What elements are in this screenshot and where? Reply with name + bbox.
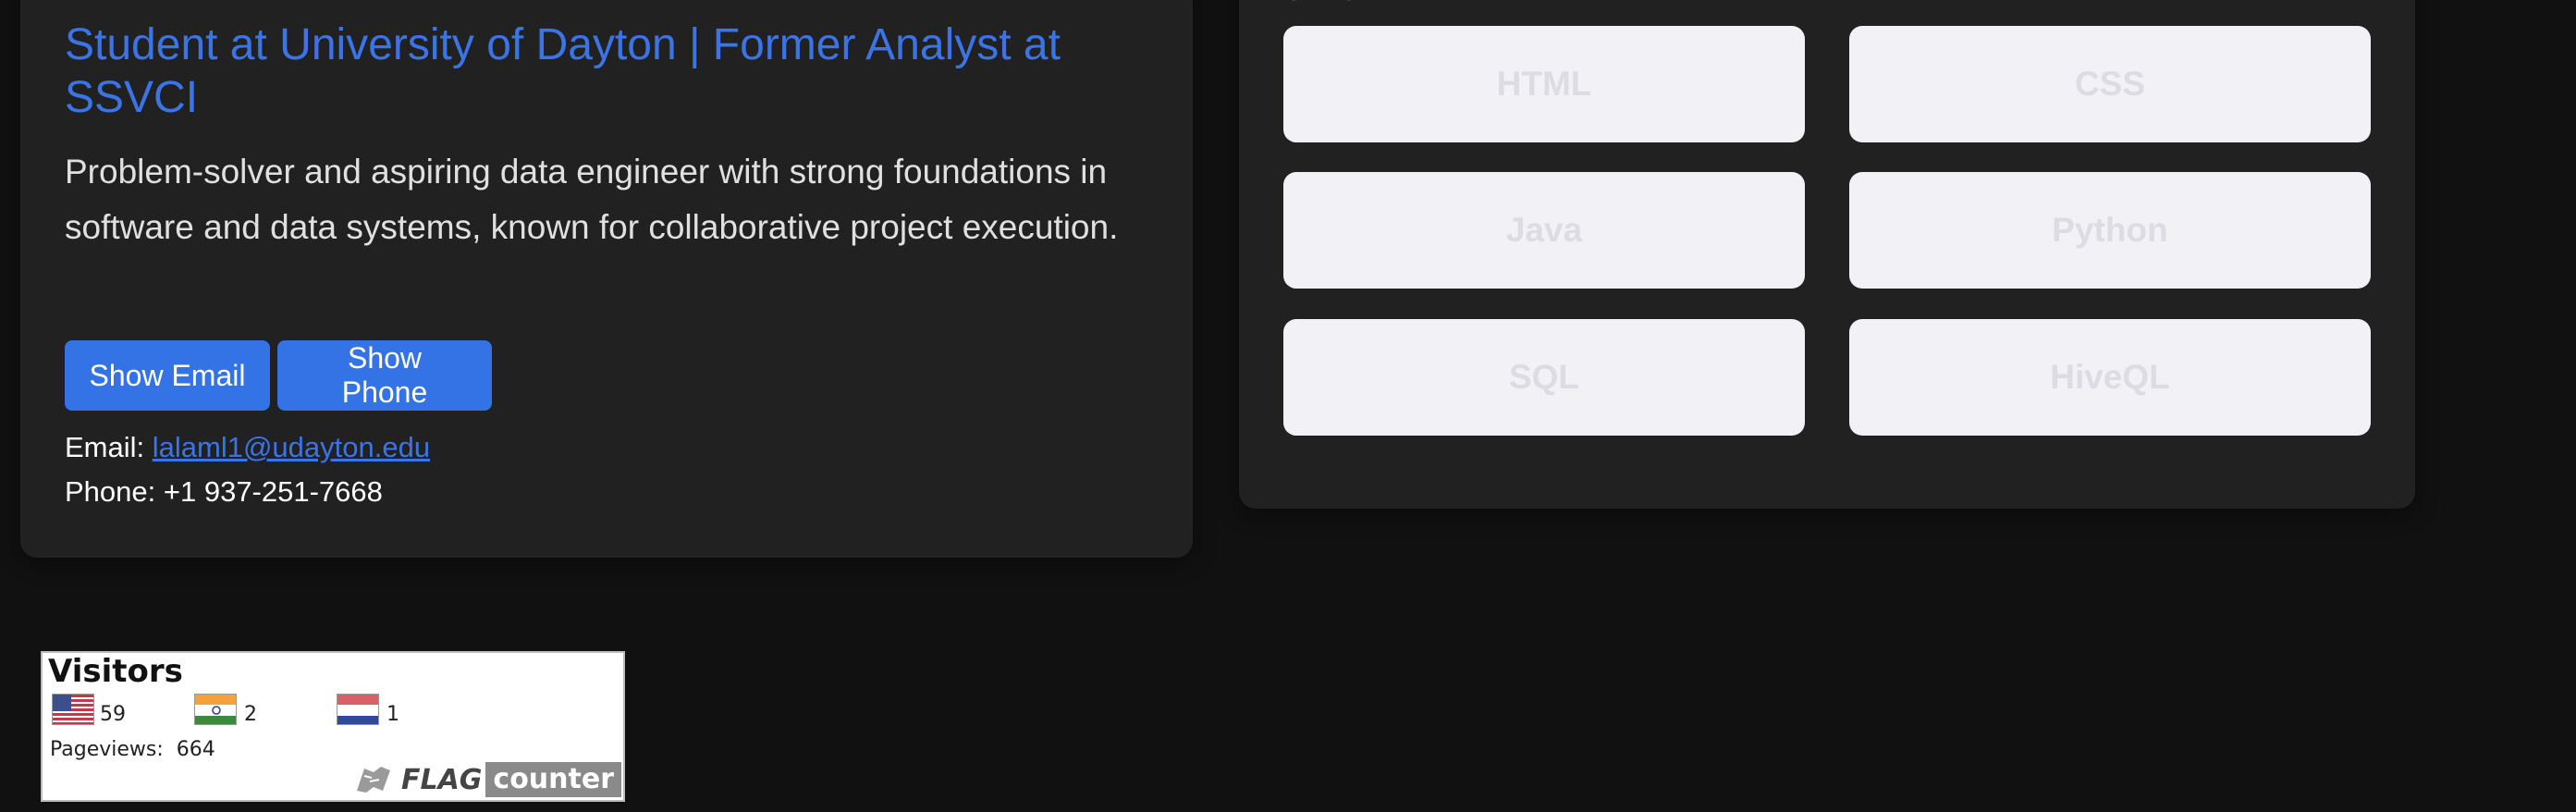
us-visitor-count: 59: [100, 703, 126, 726]
skills-title: Skills: [1283, 0, 1356, 8]
pageviews-value: 664: [176, 738, 215, 761]
skill-tile: CSS: [1849, 26, 2371, 142]
phone-value: +1 937-251-7668: [163, 475, 383, 508]
skill-tile: Java: [1283, 172, 1805, 289]
pageviews: Pageviews: 664: [50, 738, 215, 761]
india-flag-icon: [194, 694, 237, 725]
us-flag-icon: [52, 694, 94, 725]
pageviews-label: Pageviews:: [50, 738, 164, 761]
skill-tile: HiveQL: [1849, 319, 2371, 436]
profile-card: Student at University of Dayton | Former…: [20, 0, 1193, 558]
visitors-title: Visitors: [48, 653, 183, 690]
profile-headline: Student at University of Dayton | Former…: [65, 20, 1061, 122]
show-phone-button[interactable]: Show Phone: [277, 340, 492, 411]
skill-tile: SQL: [1283, 319, 1805, 436]
flag-counter-brand-counter: counter: [485, 762, 621, 797]
email-line: Email: lalaml1@udayton.edu: [65, 431, 430, 464]
flag-counter-brand-flag: FLAG: [400, 763, 483, 796]
skill-tile: HTML: [1283, 26, 1805, 142]
email-link[interactable]: lalaml1@udayton.edu: [153, 431, 430, 463]
flag-counter-icon: [356, 767, 390, 793]
email-label: Email:: [65, 431, 153, 463]
india-visitor-count: 2: [244, 703, 257, 726]
phone-label: Phone:: [65, 475, 164, 508]
skills-card: Skills HTML CSS Java Python SQL HiveQL: [1239, 0, 2415, 509]
skill-tile: Python: [1849, 172, 2371, 289]
profile-summary: Problem-solver and aspiring data enginee…: [65, 153, 1119, 246]
flag-counter-logo: FLAG counter: [353, 761, 621, 798]
phone-line: Phone: +1 937-251-7668: [65, 475, 383, 509]
show-email-button[interactable]: Show Email: [65, 340, 270, 411]
netherlands-visitor-count: 1: [386, 703, 399, 726]
netherlands-flag-icon: [337, 694, 379, 725]
visitor-counter-widget[interactable]: Visitors 59 2 1 Pageviews: 664 FLAG coun…: [41, 651, 625, 802]
